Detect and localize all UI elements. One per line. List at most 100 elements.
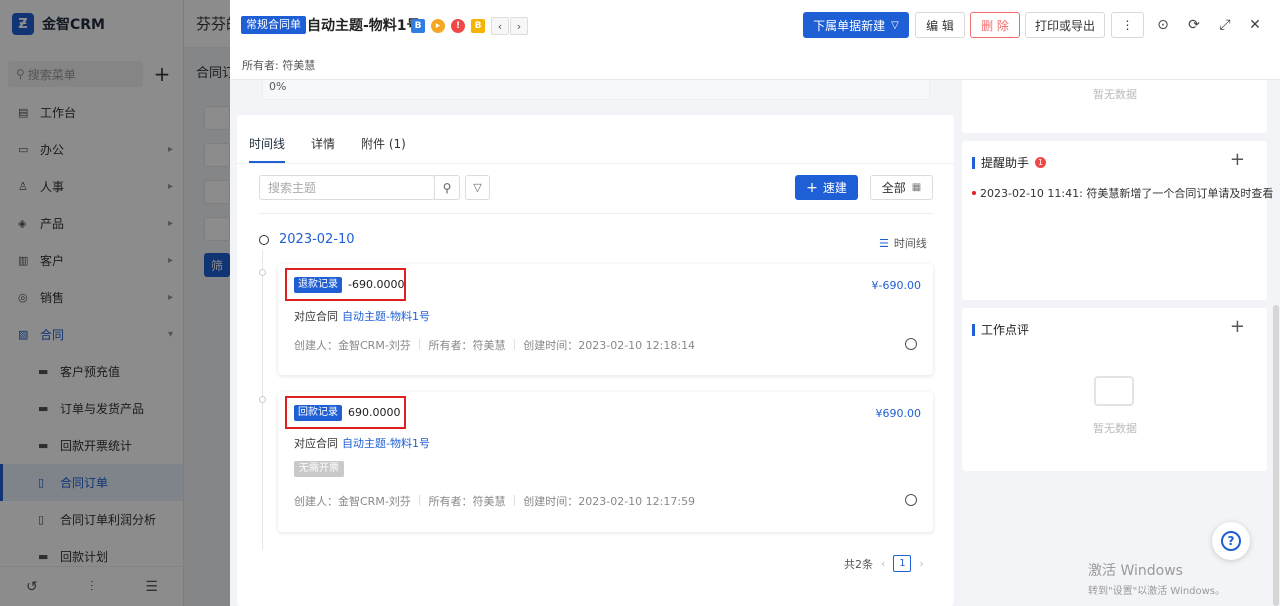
watermark-line1: 激活 Windows <box>1088 563 1183 579</box>
delete-button[interactable]: 删 除 <box>970 12 1020 38</box>
document-status-icon[interactable]: B <box>411 19 425 33</box>
reminder-item[interactable]: 2023-02-10 11:41: 符美慧新增了一个合同订单请及时查看 <box>972 185 1273 201</box>
drawer-title: 自动主题-物料1号 <box>307 18 421 34</box>
tab-attachments[interactable]: 附件 (1) <box>361 135 406 163</box>
windows-activation-watermark: 激活 Windows 转到"设置"以激活 Windows。 <box>1088 560 1225 597</box>
reminder-title-text: 提醒助手 <box>981 156 1030 170</box>
timeline-dot <box>259 396 266 403</box>
contract-prefix: 对应合同 <box>294 437 338 450</box>
next-record-button[interactable]: › <box>510 17 528 35</box>
record-amount: 690.0000 <box>348 406 401 419</box>
tab-timeline[interactable]: 时间线 <box>249 135 286 163</box>
contract-type-tag: 常规合同单 <box>241 16 306 34</box>
record-created-time: 创建时间：2023-02-10 12:17:59 <box>523 495 696 508</box>
progress-card: 0% <box>262 80 930 100</box>
work-review-card: 工作点评 + 暂无数据 <box>962 308 1267 471</box>
quick-create-button[interactable]: + 速建 <box>795 175 858 200</box>
all-filter-label: 全部 <box>881 181 906 195</box>
tab-details[interactable]: 详情 <box>311 135 335 163</box>
help-button[interactable]: ? <box>1212 522 1250 560</box>
divider <box>259 213 933 214</box>
empty-text: 暂无数据 <box>1093 422 1137 435</box>
quick-create-label: 速建 <box>822 181 847 195</box>
reminder-item-text: 2023-02-10 11:41: 符美慧新增了一个合同订单请及时查看 <box>980 187 1274 200</box>
sub-document-create-button[interactable]: 下属单据新建 ▽ <box>803 12 909 38</box>
play-status-icon[interactable]: ▸ <box>431 19 445 33</box>
record-contract: 对应合同 自动主题-物料1号 <box>294 308 430 324</box>
no-invoice-badge: 无需开票 <box>294 461 344 477</box>
title-accent-bar <box>972 156 975 169</box>
search-icon: ⚲ <box>442 180 452 195</box>
record-amount: -690.0000 <box>348 278 405 291</box>
timeline-date: 2023-02-10 <box>279 232 355 247</box>
search-button[interactable]: ⚲ <box>434 175 460 200</box>
print-export-button[interactable]: 打印或导出 <box>1025 12 1105 38</box>
plus-icon: + <box>806 179 818 196</box>
alert-icon[interactable]: ! <box>451 19 465 33</box>
more-button[interactable]: ⋮ <box>1111 12 1144 38</box>
edit-button[interactable]: 编 辑 <box>915 12 965 38</box>
pagination-total: 共2条 <box>844 557 873 571</box>
record-created-time: 创建时间：2023-02-10 12:18:14 <box>523 339 696 352</box>
detail-drawer: 常规合同单 自动主题-物料1号 B ▸ ! B ‹ › 所有者: 符美慧 下属单… <box>230 0 1280 606</box>
empty-text: 暂无数据 <box>1093 88 1137 101</box>
watermark-line2: 转到"设置"以激活 Windows。 <box>1088 586 1226 597</box>
record-owner: 所有者：符美慧 <box>428 339 506 352</box>
contract-prefix: 对应合同 <box>294 310 338 323</box>
close-icon[interactable]: ✕ <box>1247 17 1263 33</box>
tabs-divider <box>237 163 954 164</box>
record-amount-currency: ¥690.00 <box>875 407 922 420</box>
comment-smile-icon[interactable] <box>905 494 917 506</box>
progress-text: 0% <box>269 80 287 93</box>
record-owner: 所有者：符美慧 <box>428 495 506 508</box>
timeline-list-icon: ☰ <box>879 236 889 250</box>
comment-smile-icon[interactable] <box>905 338 917 350</box>
all-filter-button[interactable]: 全部 ▦ <box>870 175 933 200</box>
unread-dot-icon <box>972 191 976 195</box>
reminder-assistant-card: 提醒助手 1 + 2023-02-10 11:41: 符美慧新增了一个合同订单请… <box>962 141 1273 300</box>
reminder-title: 提醒助手 1 <box>972 154 1047 171</box>
note-icon[interactable]: B <box>471 19 485 33</box>
record-creator: 创建人：金智CRM-刘芬 <box>294 495 411 508</box>
right-top-card: 暂无数据 <box>962 80 1267 133</box>
timeline-dot <box>259 269 266 276</box>
next-page-icon[interactable]: › <box>919 557 923 570</box>
refresh-icon[interactable]: ⟳ <box>1186 17 1202 33</box>
filter-button[interactable]: ▽ <box>465 175 490 200</box>
page-number-button[interactable]: 1 <box>893 555 912 572</box>
add-reminder-icon[interactable]: + <box>1230 149 1245 170</box>
timeline-view-toggle[interactable]: ☰ 时间线 <box>879 235 927 251</box>
right-scrollbar[interactable] <box>1273 305 1279 606</box>
review-title-text: 工作点评 <box>981 323 1030 337</box>
detail-tabs: 时间线 详情 附件 (1) <box>249 135 432 163</box>
timeline-view-label: 时间线 <box>893 237 927 250</box>
pagination: 共2条 ‹ 1 › <box>844 555 924 572</box>
fullscreen-icon[interactable]: ⤢ <box>1217 17 1233 33</box>
grid-icon: ▦ <box>911 182 922 193</box>
title-accent-bar <box>972 323 975 336</box>
sub-document-create-label: 下属单据新建 <box>813 18 886 33</box>
reminder-count-badge: 1 <box>1035 157 1047 168</box>
title-status-icons: B ▸ ! B ‹ › <box>411 17 528 35</box>
timeline-panel: 时间线 详情 附件 (1) 搜索主题 ⚲ ▽ + 速建 全部 ▦ 2023-02… <box>237 115 954 606</box>
contract-link[interactable]: 自动主题-物料1号 <box>342 437 430 450</box>
record-creator: 创建人：金智CRM-刘芬 <box>294 339 411 352</box>
record-contract: 对应合同 自动主题-物料1号 <box>294 435 430 451</box>
record-type-tag: 回款记录 <box>294 405 342 421</box>
question-icon: ? <box>1221 531 1241 551</box>
prev-page-icon[interactable]: ‹ <box>881 557 885 570</box>
drawer-header: 常规合同单 自动主题-物料1号 B ▸ ! B ‹ › 所有者: 符美慧 下属单… <box>230 0 1280 80</box>
timeline-date-group: 2023-02-10 <box>259 232 355 247</box>
play-circle-icon[interactable]: ⊙ <box>1155 17 1171 33</box>
review-title: 工作点评 <box>972 321 1029 338</box>
funnel-icon: ▽ <box>473 181 482 194</box>
prev-record-button[interactable]: ‹ <box>491 17 509 35</box>
payment-record-card[interactable]: 回款记录 690.0000 ¥690.00 对应合同 自动主题-物料1号 无需开票… <box>278 392 933 532</box>
owner-label: 所有者: 符美慧 <box>242 59 316 72</box>
topic-search-input[interactable]: 搜索主题 <box>259 175 435 200</box>
contract-link[interactable]: 自动主题-物料1号 <box>342 310 430 323</box>
add-review-icon[interactable]: + <box>1230 316 1245 337</box>
record-amount-currency: ¥-690.00 <box>871 279 921 292</box>
empty-inbox-icon <box>1094 376 1134 406</box>
refund-record-card[interactable]: 退款记录 -690.0000 ¥-690.00 对应合同 自动主题-物料1号 创建… <box>278 264 933 375</box>
